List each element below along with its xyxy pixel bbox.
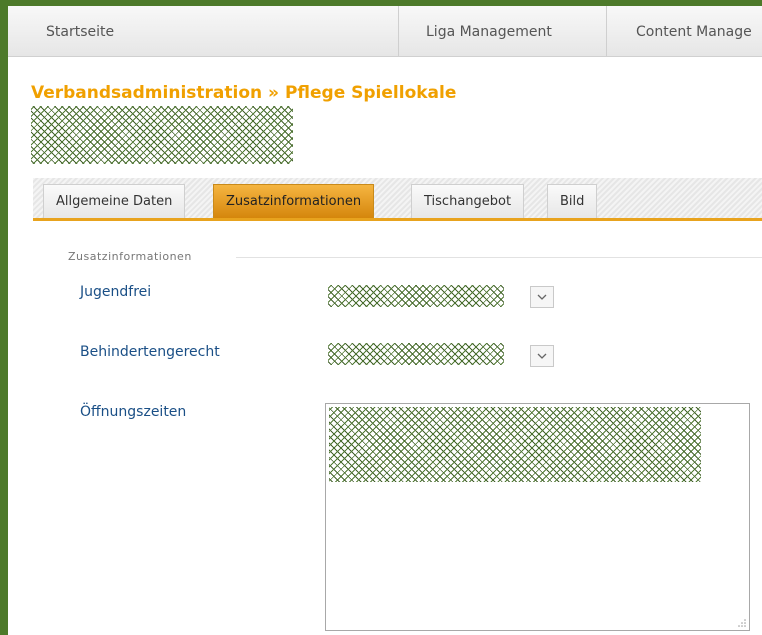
tab-bar: Allgemeine Daten Zusatzinformationen Tis… xyxy=(33,178,762,221)
top-navigation: Startseite Liga Management Content Manag… xyxy=(8,6,762,57)
nav-divider xyxy=(398,6,399,56)
label-behindertengerecht: Behindertengerecht xyxy=(80,344,220,360)
fieldset-legend: Zusatzinformationen xyxy=(68,250,192,263)
select-behindertengerecht-button[interactable] xyxy=(530,345,554,367)
select-jugendfrei-value[interactable] xyxy=(328,285,504,307)
nav-item-liga-management[interactable]: Liga Management xyxy=(426,6,552,56)
label-oeffnungszeiten: Öffnungszeiten xyxy=(80,404,187,420)
nav-divider xyxy=(606,6,607,56)
label-jugendfrei: Jugendfrei xyxy=(80,284,152,300)
resize-grip-icon[interactable] xyxy=(738,619,746,627)
nav-item-startseite[interactable]: Startseite xyxy=(46,6,114,56)
tab-allgemeine-daten[interactable]: Allgemeine Daten xyxy=(43,184,186,218)
chevron-down-icon xyxy=(537,294,547,300)
nav-item-content-management[interactable]: Content Manage xyxy=(636,6,762,56)
page-title: Verbandsadministration » Pflege Spiellok… xyxy=(31,83,457,103)
chevron-down-icon xyxy=(537,353,547,359)
tab-tischangebot[interactable]: Tischangebot xyxy=(411,184,525,218)
tab-bild[interactable]: Bild xyxy=(547,184,598,218)
fieldset-divider xyxy=(236,257,762,258)
redacted-text xyxy=(329,407,701,482)
select-behindertengerecht-value[interactable] xyxy=(328,343,504,365)
select-jugendfrei-button[interactable] xyxy=(530,286,554,308)
oeffnungszeiten-textarea[interactable] xyxy=(325,403,750,631)
redacted-text xyxy=(31,106,293,164)
tab-zusatzinformationen[interactable]: Zusatzinformationen xyxy=(213,184,375,218)
